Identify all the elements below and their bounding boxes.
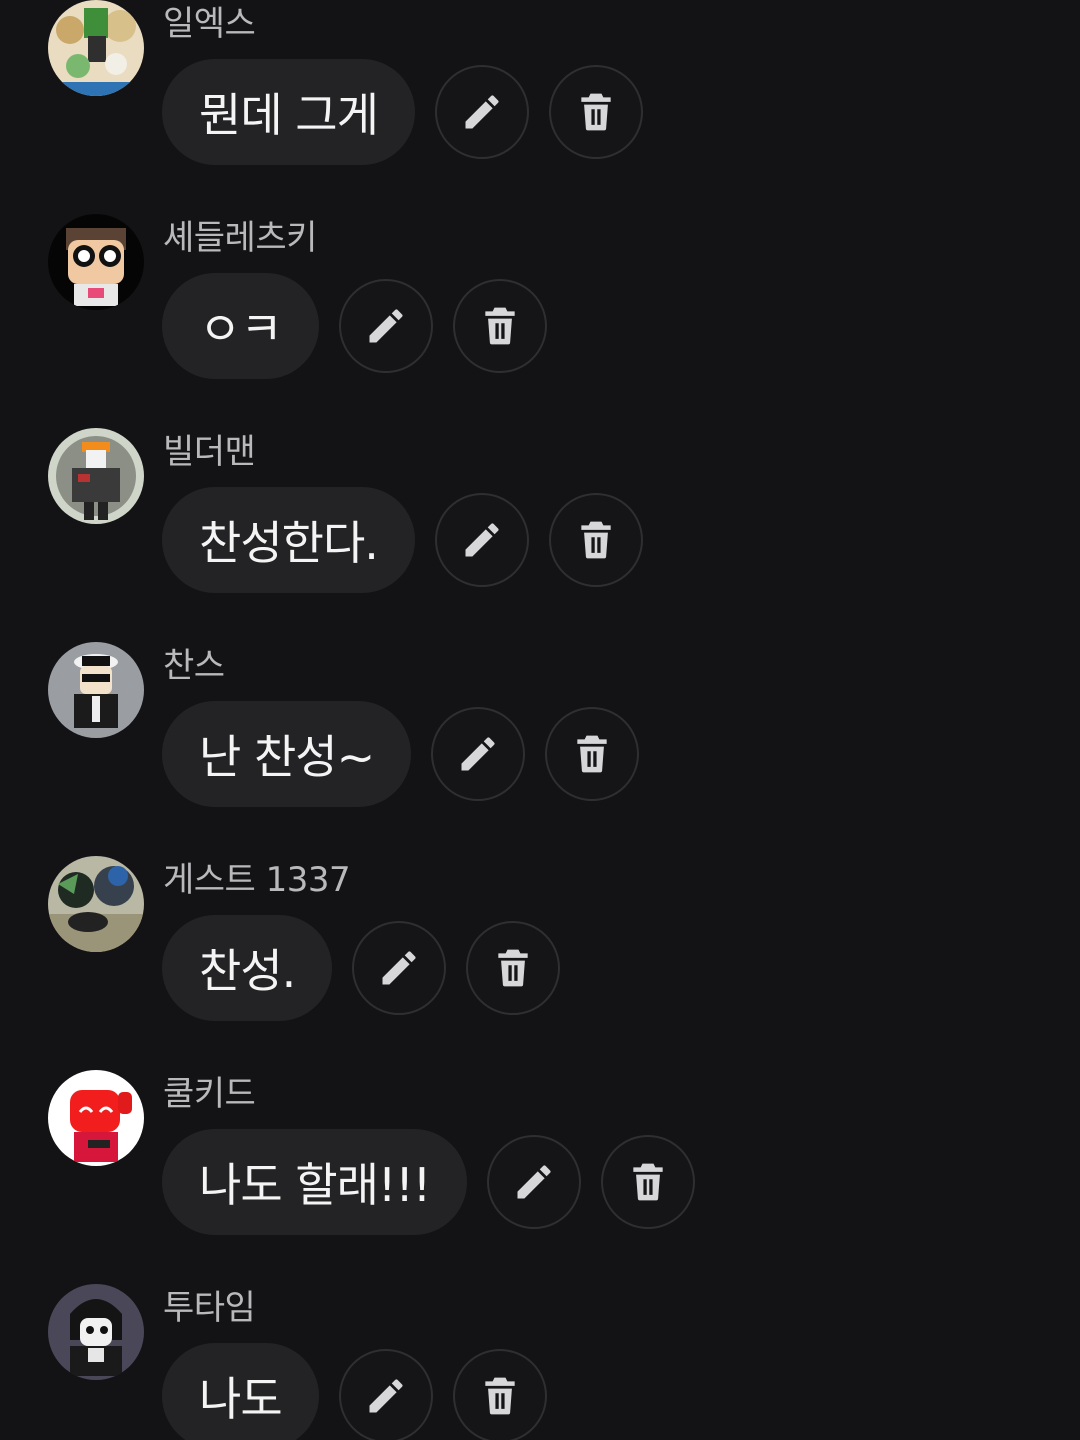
edit-button[interactable] bbox=[434, 493, 529, 587]
trash-icon bbox=[577, 735, 607, 773]
edit-button[interactable] bbox=[338, 279, 433, 373]
comment-row: 나도 bbox=[162, 1343, 547, 1440]
user-avatar[interactable] bbox=[48, 856, 144, 952]
pencil-icon bbox=[461, 737, 495, 771]
comment-bubble: ㅇㅋ bbox=[162, 273, 319, 379]
edit-button[interactable] bbox=[487, 1135, 582, 1229]
pencil-icon bbox=[382, 951, 416, 985]
comment-author[interactable]: 일엑스 bbox=[163, 2, 256, 46]
edit-button[interactable] bbox=[434, 65, 529, 159]
avatar-image bbox=[48, 0, 144, 96]
delete-button[interactable] bbox=[548, 493, 643, 587]
comment-author[interactable]: 게스트 1337 bbox=[163, 858, 351, 902]
trash-icon bbox=[498, 949, 528, 987]
edit-button[interactable] bbox=[431, 707, 526, 801]
comment-row: ㅇㅋ bbox=[162, 273, 547, 379]
avatar-image bbox=[48, 1284, 144, 1380]
comment-bubble: 찬성. bbox=[162, 915, 333, 1021]
comment-item: 투타임 나도 bbox=[0, 1284, 1080, 1440]
trash-icon bbox=[484, 307, 515, 345]
comment-author[interactable]: 쿨키드 bbox=[163, 1072, 256, 1116]
pencil-icon bbox=[369, 309, 403, 343]
comment-bubble: 뭔데 그게 bbox=[162, 59, 415, 165]
comment-bubble: 난 찬성~ bbox=[162, 701, 412, 807]
user-avatar[interactable] bbox=[48, 1284, 144, 1380]
user-avatar[interactable] bbox=[48, 214, 144, 310]
delete-button[interactable] bbox=[452, 1349, 547, 1440]
comment-author[interactable]: 찬스 bbox=[163, 644, 225, 688]
avatar-image bbox=[48, 642, 144, 738]
pencil-icon bbox=[369, 1379, 403, 1413]
trash-icon bbox=[633, 1163, 663, 1201]
delete-button[interactable] bbox=[466, 921, 561, 1015]
delete-button[interactable] bbox=[545, 707, 640, 801]
comment-feed: 일엑스 뭔데 그게 셰들레츠키 ㅇㅋ 빌더맨 찬성한다. 찬스 난 찬성~ 게스… bbox=[0, 0, 1080, 1440]
comment-bubble: 나도 bbox=[162, 1343, 319, 1440]
comment-row: 난 찬성~ bbox=[162, 701, 640, 807]
avatar-image bbox=[48, 856, 144, 952]
comment-author[interactable]: 투타임 bbox=[163, 1286, 256, 1330]
pencil-icon bbox=[465, 95, 499, 129]
comment-author[interactable]: 빌더맨 bbox=[163, 430, 256, 474]
delete-button[interactable] bbox=[452, 279, 547, 373]
comment-item: 셰들레츠키 ㅇㅋ bbox=[0, 214, 1080, 428]
avatar-image bbox=[48, 214, 144, 310]
user-avatar[interactable] bbox=[48, 1070, 144, 1166]
user-avatar[interactable] bbox=[48, 0, 144, 96]
comment-item: 쿨키드 나도 할래!!! bbox=[0, 1070, 1080, 1284]
comment-item: 게스트 1337 찬성. bbox=[0, 856, 1080, 1070]
avatar-image bbox=[48, 428, 144, 524]
trash-icon bbox=[581, 521, 611, 559]
user-avatar[interactable] bbox=[48, 428, 144, 524]
comment-row: 뭔데 그게 bbox=[162, 59, 643, 165]
user-avatar[interactable] bbox=[48, 642, 144, 738]
comment-row: 나도 할래!!! bbox=[162, 1129, 696, 1235]
pencil-icon bbox=[465, 523, 499, 557]
comment-item: 일엑스 뭔데 그게 bbox=[0, 0, 1080, 214]
comment-item: 찬스 난 찬성~ bbox=[0, 642, 1080, 856]
trash-icon bbox=[581, 93, 611, 131]
avatar-image bbox=[48, 1070, 144, 1166]
comment-item: 빌더맨 찬성한다. bbox=[0, 428, 1080, 642]
comment-bubble: 찬성한다. bbox=[162, 487, 415, 593]
delete-button[interactable] bbox=[548, 65, 643, 159]
comment-row: 찬성. bbox=[162, 915, 561, 1021]
trash-icon bbox=[484, 1377, 515, 1415]
comment-row: 찬성한다. bbox=[162, 487, 643, 593]
edit-button[interactable] bbox=[338, 1349, 433, 1440]
pencil-icon bbox=[517, 1165, 551, 1199]
edit-button[interactable] bbox=[352, 921, 447, 1015]
delete-button[interactable] bbox=[601, 1135, 696, 1229]
comment-bubble: 나도 할래!!! bbox=[162, 1129, 468, 1235]
comment-author[interactable]: 셰들레츠키 bbox=[163, 216, 317, 260]
